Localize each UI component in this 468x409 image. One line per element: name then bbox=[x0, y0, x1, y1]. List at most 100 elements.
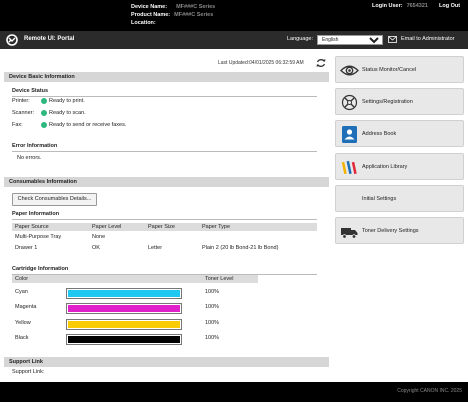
sidebar-item-label: Address Book bbox=[362, 131, 397, 137]
last-updated: Last Updated:04/01/2025 06:32:59 AM bbox=[218, 60, 304, 66]
sidebar-item-label: Settings/Registration bbox=[362, 99, 413, 105]
printer-status-icon bbox=[41, 98, 47, 104]
table-cell: None bbox=[92, 233, 106, 240]
paper-table-header: Paper Source Paper Level Paper Size Pape… bbox=[12, 223, 317, 231]
email-admin-link[interactable]: Email to Administrator bbox=[401, 36, 455, 42]
table-cell: OK bbox=[92, 244, 100, 251]
device-info: Device Name: MF###C Series Product Name: M… bbox=[131, 3, 222, 27]
truck-icon bbox=[341, 228, 358, 239]
sidebar-item-application-library[interactable]: Application Library bbox=[335, 153, 464, 180]
portal-title: Remote UI: Portal bbox=[24, 36, 75, 42]
cartridge-info-title: Cartridge Information bbox=[12, 266, 69, 272]
table-row: Drawer 1 OK Letter Plain 2 (20 lb Bond-2… bbox=[12, 242, 317, 253]
login-user-label: Login User: bbox=[372, 3, 403, 9]
column-header: Paper Type bbox=[199, 223, 317, 231]
printer-status: Ready to print. bbox=[49, 98, 85, 104]
cartridge-name: Magenta bbox=[15, 304, 37, 310]
settings-icon bbox=[341, 94, 358, 111]
scanner-label: Scanner: bbox=[12, 110, 35, 116]
sidebar-item-initial-settings[interactable]: Initial Settings bbox=[335, 185, 464, 212]
divider bbox=[12, 151, 317, 152]
toner-level-fill bbox=[68, 305, 180, 312]
scanner-status: Ready to scan. bbox=[49, 110, 86, 116]
column-header: Paper Source bbox=[12, 223, 89, 231]
product-name-label: Product Name: bbox=[131, 12, 171, 18]
footer: Copyright CANON INC. 2025 bbox=[0, 382, 468, 402]
language-label: Language: bbox=[287, 36, 313, 42]
device-name-value: MF###C Series bbox=[176, 4, 216, 10]
toner-level-bar bbox=[66, 334, 182, 345]
toner-level-fill bbox=[68, 336, 180, 343]
divider bbox=[12, 96, 317, 97]
check-consumables-button[interactable]: Check Consumables Details... bbox=[12, 193, 97, 206]
sidebar-item-settings[interactable]: Settings/Registration bbox=[335, 88, 464, 115]
paper-info-title: Paper Information bbox=[12, 211, 60, 217]
cartridge-table-header: Color Toner Level bbox=[12, 275, 258, 283]
sidebar-item-status-monitor[interactable]: Status Monitor/Cancel bbox=[335, 56, 464, 83]
toner-level-bar bbox=[66, 288, 182, 299]
top-bar: Device Name: MF###C Series Product Name: M… bbox=[0, 0, 468, 31]
sidebar-item-toner-delivery[interactable]: Toner Delivery Settings bbox=[335, 217, 464, 244]
product-name-value: MF###C Series bbox=[174, 12, 214, 18]
sidebar-item-label: Toner Delivery Settings bbox=[362, 228, 419, 234]
cartridge-name: Cyan bbox=[15, 289, 28, 295]
cartridge-row: Yellow 100% bbox=[12, 317, 258, 330]
toner-level-text: 100% bbox=[205, 304, 220, 310]
bottom-strip bbox=[0, 402, 468, 409]
table-row: Multi-Purpose Tray None bbox=[12, 231, 317, 242]
language-select[interactable]: English bbox=[317, 35, 383, 45]
device-name-label: Device Name: bbox=[131, 4, 168, 10]
column-header: Paper Level bbox=[89, 223, 145, 231]
table-cell: Letter bbox=[148, 244, 163, 251]
eye-icon bbox=[340, 65, 359, 76]
application-library-icon bbox=[341, 160, 357, 175]
toner-level-bar bbox=[66, 319, 182, 330]
printer-label: Printer: bbox=[12, 98, 30, 104]
login-user-value: 7654321 bbox=[406, 3, 428, 9]
toner-level-fill bbox=[68, 321, 180, 328]
location-label: Location: bbox=[131, 20, 156, 26]
fax-status: Ready to send or receive faxes. bbox=[49, 122, 127, 128]
column-header: Paper Size bbox=[145, 223, 199, 231]
paper-table: Paper Source Paper Level Paper Size Pape… bbox=[12, 223, 317, 253]
sidebar-item-label: Status Monitor/Cancel bbox=[362, 67, 417, 73]
copyright: Copyright CANON INC. 2025 bbox=[397, 388, 462, 394]
support-section-header: Support Link bbox=[4, 357, 329, 367]
table-cell bbox=[199, 231, 317, 242]
table-cell: Plain 2 (20 lb Bond-21 lb Bond) bbox=[202, 244, 279, 251]
consumables-section-header: Consumables Information bbox=[4, 177, 329, 187]
portal-logo-icon bbox=[6, 34, 18, 46]
login-user: Login User: 7654321 bbox=[372, 3, 428, 9]
column-header: Toner Level bbox=[205, 276, 234, 282]
device-status-title: Device Status bbox=[12, 88, 49, 94]
cartridge-row: Magenta 100% bbox=[12, 301, 258, 314]
error-text: No errors. bbox=[17, 155, 42, 161]
email-icon[interactable] bbox=[388, 36, 397, 43]
cartridge-name: Yellow bbox=[15, 320, 31, 326]
nav-bar: Remote UI: Portal Language: English Emai… bbox=[0, 31, 468, 49]
toner-level-text: 100% bbox=[205, 320, 220, 326]
column-header: Color bbox=[15, 276, 29, 282]
toner-level-bar bbox=[66, 303, 182, 314]
divider bbox=[12, 219, 317, 220]
device-basic-section-header: Device Basic Information bbox=[4, 72, 329, 82]
toner-level-text: 100% bbox=[205, 335, 220, 341]
scanner-status-icon bbox=[41, 110, 47, 116]
sidebar-item-label: Application Library bbox=[362, 164, 408, 170]
toner-level-fill bbox=[68, 290, 180, 297]
sidebar-item-address-book[interactable]: Address Book bbox=[335, 120, 464, 147]
error-info-title: Error Information bbox=[12, 143, 58, 149]
fax-status-icon bbox=[41, 122, 47, 128]
logout-link[interactable]: Log Out bbox=[439, 3, 460, 9]
refresh-icon[interactable] bbox=[315, 57, 327, 69]
fax-label: Fax: bbox=[12, 122, 23, 128]
table-cell bbox=[145, 231, 199, 242]
cartridge-name: Black bbox=[15, 335, 29, 341]
toner-level-text: 100% bbox=[205, 289, 220, 295]
cartridge-row: Cyan 100% bbox=[12, 286, 258, 299]
sidebar-item-label: Initial Settings bbox=[362, 196, 397, 202]
table-cell: Multi-Purpose Tray bbox=[15, 233, 62, 240]
table-cell: Drawer 1 bbox=[15, 244, 38, 251]
cartridge-row: Black 100% bbox=[12, 332, 258, 345]
support-link-label: Support Link: bbox=[12, 369, 45, 375]
